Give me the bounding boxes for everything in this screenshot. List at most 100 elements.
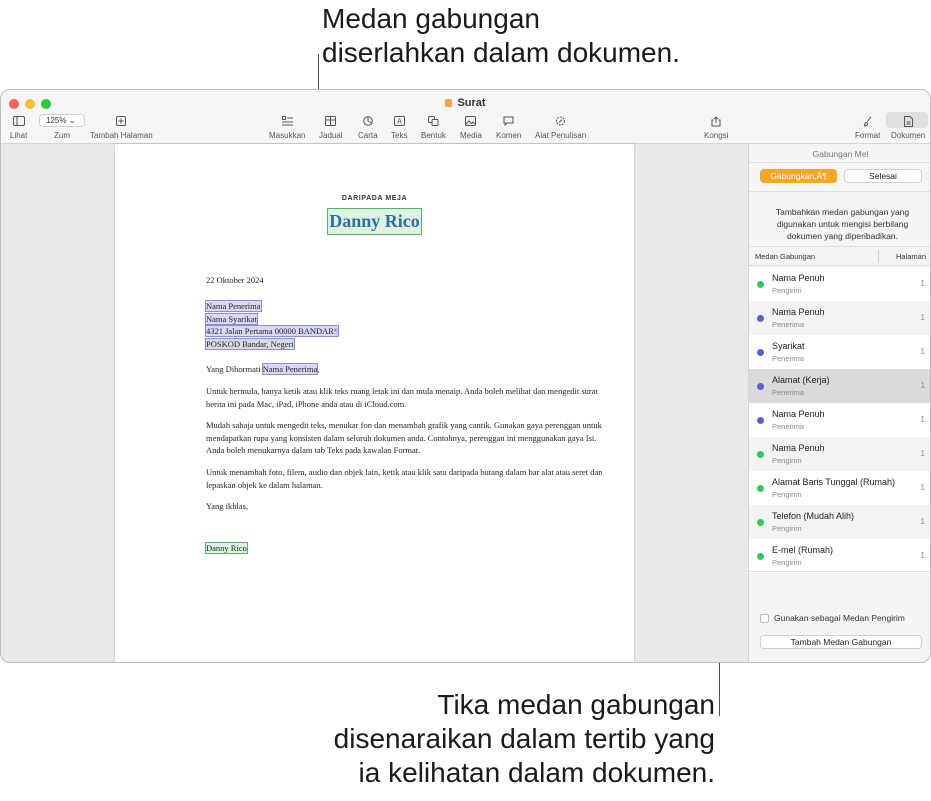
date-text[interactable]: 22 Oktober 2024 — [206, 274, 264, 287]
document-canvas[interactable]: DARIPADA MEJA Danny Rico 22 Oktober 2024… — [1, 144, 748, 662]
merge-field-page: 1 — [920, 313, 925, 322]
insert-label: Masukkan — [269, 131, 306, 140]
column-header-page[interactable]: Halaman — [896, 252, 926, 261]
greeting-recipient-merge-field[interactable]: Nama Penerima — [261, 363, 319, 375]
svg-text:A: A — [397, 119, 402, 126]
shape-button[interactable]: Bentuk — [421, 114, 446, 140]
merge-field-page: 1 — [920, 517, 925, 526]
greeting-line[interactable]: Yang Dihormati Nama Penerima, — [206, 363, 319, 376]
merge-field-page: 1 — [920, 415, 925, 424]
add-page-icon — [116, 114, 127, 128]
callout-bottom-line2: disenaraikan dalam tertib yang — [333, 723, 715, 754]
merge-field-row[interactable]: Nama Penuh Penerima 1 — [749, 301, 930, 335]
sidebar-description: Tambahkan medan gabungan yang digunakan … — [775, 207, 910, 241]
field-type-dot-icon — [757, 383, 764, 390]
done-button[interactable]: Selesai — [844, 169, 922, 183]
field-type-dot-icon — [757, 553, 764, 560]
merge-button[interactable]: Gabungkan,Â¶ — [760, 169, 837, 183]
recipient-name-merge-field[interactable]: Nama Penerima — [205, 300, 262, 312]
field-type-dot-icon — [757, 485, 764, 492]
merge-field-name: Alamat Baris Tunggal (Rumah) — [772, 477, 896, 487]
callout-bottom-line1: Tika medan gabungan — [437, 689, 715, 720]
merge-field-row[interactable]: E-mel (Rumah) Pengirim 1 — [749, 539, 930, 573]
callout-bottom-line3: ia kelihatan dalam dokumen. — [358, 757, 715, 788]
merge-field-type: Pengirim — [772, 558, 802, 567]
paintbrush-icon — [863, 114, 873, 128]
app-window: Surat Lihat 125% ⌄ Zum Tambah Halaman Ma… — [0, 89, 931, 663]
insert-button[interactable]: Masukkan — [269, 114, 305, 140]
share-button[interactable]: Kongsi — [704, 114, 728, 140]
body-paragraph-2[interactable]: Mudah sahaja untuk mengedit teks, menuka… — [206, 419, 606, 457]
sender-name-merge-field[interactable]: Danny Rico — [327, 208, 422, 235]
add-page-button[interactable]: Tambah Halaman — [90, 114, 153, 140]
company-merge-field[interactable]: Nama Syarikat — [205, 312, 258, 325]
merge-field-name: Nama Penuh — [772, 443, 825, 453]
comment-icon — [503, 114, 514, 128]
comment-button[interactable]: Komen — [496, 114, 521, 140]
titlebar: Surat Lihat 125% ⌄ Zum Tambah Halaman Ma… — [1, 90, 930, 144]
merge-field-row[interactable]: Telefon (Mudah Alih) Pengirim 1 — [749, 505, 930, 539]
field-type-dot-icon — [757, 519, 764, 526]
merge-field-row[interactable]: Nama Penuh Penerima 1 — [749, 403, 930, 437]
shape-label: Bentuk — [421, 131, 446, 140]
body-paragraph-1[interactable]: Untuk bermula, hanya ketik atau klik tek… — [206, 385, 606, 410]
merge-field-list-header: Medan Gabungan Halaman — [749, 246, 930, 266]
merge-field-name: Nama Penuh — [772, 273, 825, 283]
checkbox-box[interactable] — [760, 613, 769, 623]
field-type-dot-icon — [757, 451, 764, 458]
use-as-sender-checkbox[interactable]: Gunakan sebagai Medan Pengirim — [760, 613, 905, 623]
comment-label: Komen — [496, 131, 522, 140]
body-paragraph-3[interactable]: Untuk menambah foto, filem, audio dan ob… — [206, 466, 606, 491]
merge-field-row[interactable]: Syarikat Penerima 1 — [749, 335, 930, 369]
view-button[interactable]: Lihat — [10, 114, 27, 140]
merge-field-type: Penerima — [772, 320, 805, 329]
document-label: Dokumen — [891, 131, 926, 140]
use-as-sender-label: Gunakan sebagai Medan Pengirim — [774, 613, 905, 623]
chevron-down-icon: ⌄ — [68, 116, 76, 125]
mail-merge-sidebar: Gabungan Mel Gabungkan,Â¶ Selesai Tambah… — [748, 144, 930, 662]
format-button[interactable]: Format — [855, 114, 880, 140]
merge-field-row[interactable]: Alamat (Kerja) Penerima 1 — [749, 369, 930, 403]
writing-tools-icon — [555, 114, 566, 128]
add-merge-field-button[interactable]: Tambah Medan Gabungan — [760, 635, 922, 649]
recipient-block[interactable]: Nama Penerima Nama Syarikat 4321 Jalan P… — [205, 300, 339, 350]
writing-tools-button[interactable]: Alat Penulisan — [535, 114, 586, 140]
merge-field-name: Nama Penuh — [772, 307, 825, 317]
media-label: Media — [460, 131, 482, 140]
media-button[interactable]: Media — [460, 114, 482, 140]
table-label: Jadual — [319, 131, 343, 140]
zoom-select[interactable]: 125% ⌄ — [39, 114, 85, 127]
share-label: Kongsi — [704, 131, 729, 140]
column-header-field[interactable]: Medan Gabungan — [755, 252, 815, 261]
table-button[interactable]: Jadual — [319, 114, 343, 140]
chart-button[interactable]: Carta — [358, 114, 378, 140]
merge-field-page: 1 — [920, 279, 925, 288]
document-page[interactable]: DARIPADA MEJA Danny Rico 22 Oktober 2024… — [115, 144, 634, 662]
closing-text[interactable]: Yang ikhlas, — [206, 500, 248, 513]
merge-field-name: Alamat (Kerja) — [772, 375, 830, 385]
document-button[interactable]: Dokumen — [891, 114, 925, 140]
sidebar-divider-3 — [749, 571, 930, 572]
callout-top: Medan gabungan diserlahkan dalam dokumen… — [322, 2, 680, 70]
merge-field-page: 1 — [920, 483, 925, 492]
chart-icon — [362, 114, 373, 128]
merge-field-name: Telefon (Mudah Alih) — [772, 511, 855, 521]
merge-field-row[interactable]: Nama Penuh Pengirim 1 — [749, 437, 930, 471]
merge-field-row[interactable]: Nama Penuh Pengirim 1 — [749, 267, 930, 301]
merge-field-type: Penerima — [772, 388, 805, 397]
field-type-dot-icon — [757, 349, 764, 356]
signature-merge-field[interactable]: Danny Rico — [205, 542, 248, 554]
zoom-label-wrap: Zum — [54, 131, 70, 140]
address-merge-field[interactable]: 4321 Jalan Pertama 00000 BANDAR¶ — [205, 325, 339, 338]
postcode-merge-field[interactable]: POSKOD Bandar, Negeri — [205, 337, 295, 350]
signature-line[interactable]: Danny Rico — [205, 542, 248, 555]
text-button[interactable]: A Teks — [391, 114, 407, 140]
merge-field-type: Pengirim — [772, 524, 802, 533]
sidebar-icon — [12, 114, 25, 128]
merge-field-list[interactable]: Nama Penuh Pengirim 1 Nama Penuh Penerima 1 Sy… — [749, 267, 930, 573]
merge-field-type: Pengirim — [772, 490, 802, 499]
merge-field-row[interactable]: Alamat Baris Tunggal (Rumah) Pengirim 1 — [749, 471, 930, 505]
window-title: Surat — [1, 97, 930, 109]
greeting-suffix: , — [317, 364, 320, 374]
address-text: 4321 Jalan Pertama 00000 BANDAR — [206, 326, 334, 337]
